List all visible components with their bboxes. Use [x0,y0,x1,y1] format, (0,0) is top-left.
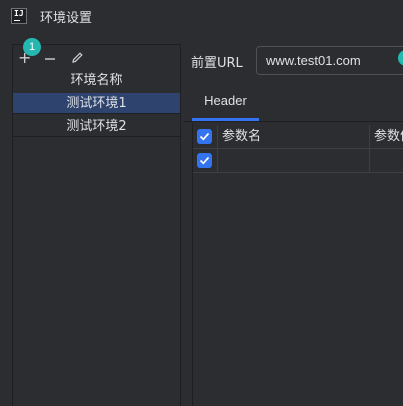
select-all-cell [193,125,218,149]
tab-divider [183,121,403,122]
tab-header[interactable]: Header [192,89,259,121]
url-label: 前置URL [191,56,243,71]
title-bar: IJ 环境设置 [0,0,403,34]
param-value-cell[interactable] [370,149,403,173]
pencil-icon[interactable] [71,51,84,64]
param-name-cell[interactable] [218,149,370,173]
row-select-cell [193,149,218,173]
notification-badge: 1 [23,38,41,56]
list-item-environment-2[interactable]: 测试环境2 [13,116,180,137]
column-header-param-value[interactable]: 参数值 [370,125,403,149]
window-title: 环境设置 [40,11,93,26]
select-all-checkbox[interactable] [197,129,212,144]
minus-icon[interactable] [44,52,56,64]
row-checkbox[interactable] [197,153,212,168]
environment-name-header: 环境名称 [70,73,123,88]
list-item-environment-1[interactable]: 测试环境1 [13,93,180,114]
column-header-param-name[interactable]: 参数名 [218,125,370,149]
tab-header-label: Header [204,93,247,108]
url-input[interactable] [256,46,403,75]
app-logo-icon: IJ [11,8,27,24]
